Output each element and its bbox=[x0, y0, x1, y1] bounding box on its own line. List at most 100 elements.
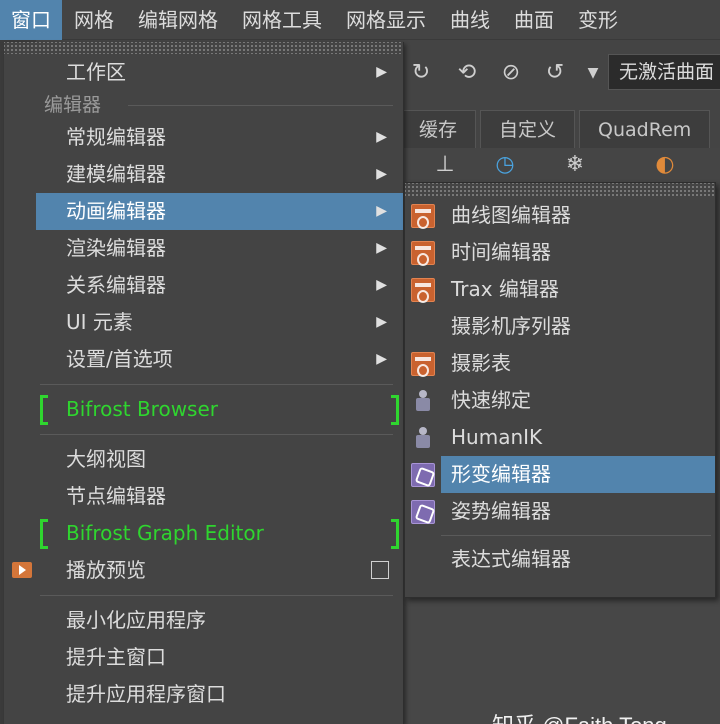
submenu-arrow-icon: ▶ bbox=[376, 166, 387, 182]
playblast-icon bbox=[12, 562, 32, 578]
menu-mesh-tools[interactable]: 网格工具 bbox=[230, 0, 334, 40]
tab-custom[interactable]: 自定义 bbox=[480, 110, 576, 148]
submenu-arrow-icon: ▶ bbox=[376, 314, 387, 330]
graph-editor-icon bbox=[411, 204, 435, 229]
menu-item-label: UI 元素 bbox=[66, 310, 133, 334]
clock-icon[interactable]: ◷ bbox=[490, 150, 520, 180]
tab-quadremesher[interactable]: QuadRem bbox=[579, 110, 711, 148]
option-box-icon[interactable] bbox=[371, 561, 389, 579]
menu-deform[interactable]: 变形 bbox=[566, 0, 630, 40]
menu-item-modeling-editors[interactable]: 建模编辑器 ▶ bbox=[4, 156, 403, 193]
dope-sheet-icon bbox=[411, 352, 435, 377]
submenu-item-graph-editor[interactable]: 曲线图编辑器 bbox=[405, 197, 715, 234]
tearoff-handle[interactable] bbox=[4, 42, 403, 54]
submenu-item-trax-editor[interactable]: Trax 编辑器 bbox=[405, 271, 715, 308]
submenu-item-label: 摄影机序列器 bbox=[451, 314, 571, 338]
menu-item-ui-elements[interactable]: UI 元素 ▶ bbox=[4, 304, 403, 341]
submenu-item-label: 时间编辑器 bbox=[451, 240, 551, 264]
submenu-arrow-icon: ▶ bbox=[376, 203, 387, 219]
live-surface-dropdown[interactable]: 无激活曲面 bbox=[608, 54, 720, 90]
menu-item-label: 大纲视图 bbox=[66, 447, 146, 471]
submenu-item-label: 表达式编辑器 bbox=[451, 547, 571, 571]
menu-item-label: Bifrost Graph Editor bbox=[66, 521, 264, 545]
menu-item-rendering-editors[interactable]: 渲染编辑器 ▶ bbox=[4, 230, 403, 267]
menu-surfaces[interactable]: 曲面 bbox=[502, 0, 566, 40]
menu-item-raise-main-window[interactable]: 提升主窗口 bbox=[4, 639, 403, 676]
bracket-left-icon bbox=[40, 519, 48, 549]
shape-editor-icon bbox=[411, 463, 435, 487]
submenu-item-label: 快速绑定 bbox=[451, 388, 531, 412]
menu-item-relationship-editors[interactable]: 关系编辑器 ▶ bbox=[4, 267, 403, 304]
humanik-icon bbox=[411, 426, 435, 450]
menu-item-label: Bifrost Browser bbox=[66, 397, 219, 421]
menu-divider bbox=[40, 384, 393, 385]
menu-item-label: 提升应用程序窗口 bbox=[66, 682, 226, 706]
snap-view-icon[interactable]: ↺ bbox=[540, 58, 570, 88]
submenu-divider bbox=[441, 535, 711, 536]
menu-item-general-editors[interactable]: 常规编辑器 ▶ bbox=[4, 119, 403, 156]
submenu-item-humanik[interactable]: HumanIK bbox=[405, 419, 715, 456]
submenu-arrow-icon: ▶ bbox=[376, 351, 387, 367]
menu-item-animation-editors[interactable]: 动画编辑器 ▶ bbox=[36, 193, 403, 230]
menu-mesh[interactable]: 网格 bbox=[62, 0, 126, 40]
menu-item-label: 渲染编辑器 bbox=[66, 236, 166, 260]
submenu-item-label: HumanIK bbox=[451, 425, 543, 449]
menu-item-node-editor[interactable]: 节点编辑器 bbox=[4, 478, 403, 515]
submenu-item-expression-editor[interactable]: 表达式编辑器 bbox=[405, 541, 715, 578]
chevron-down-icon[interactable]: ▼ bbox=[578, 58, 608, 88]
watermark-text: 知乎 @Faith Tong bbox=[492, 708, 667, 724]
snap-point-icon[interactable]: ⟲ bbox=[452, 58, 482, 88]
pose-editor-icon bbox=[411, 500, 435, 524]
menu-item-label: 建模编辑器 bbox=[66, 162, 166, 186]
menu-item-outliner[interactable]: 大纲视图 bbox=[4, 441, 403, 478]
menu-item-bifrost-graph-editor[interactable]: Bifrost Graph Editor bbox=[4, 515, 403, 552]
joint-icon[interactable]: ⊥ bbox=[430, 150, 460, 180]
shelf-tabs: 缓存 自定义 QuadRem bbox=[400, 110, 714, 148]
section-editors: 编辑器 bbox=[4, 91, 403, 119]
menu-window[interactable]: 窗口 bbox=[0, 0, 62, 40]
menu-item-minimize-application[interactable]: 最小化应用程序 bbox=[4, 602, 403, 639]
submenu-item-quick-rig[interactable]: 快速绑定 bbox=[405, 382, 715, 419]
snap-surface-icon[interactable]: ⊘ bbox=[496, 58, 526, 88]
menu-mesh-display[interactable]: 网格显示 bbox=[334, 0, 438, 40]
menu-item-label: 设置/首选项 bbox=[66, 347, 173, 371]
submenu-item-pose-editor[interactable]: 姿势编辑器 bbox=[405, 493, 715, 530]
bracket-right-icon bbox=[391, 395, 399, 425]
menu-item-label: 工作区 bbox=[66, 60, 126, 84]
menu-item-label: 最小化应用程序 bbox=[66, 608, 206, 632]
time-editor-icon bbox=[411, 241, 435, 266]
snowflake-icon[interactable]: ❄ bbox=[560, 150, 590, 180]
submenu-arrow-icon: ▶ bbox=[376, 240, 387, 256]
menu-edit-mesh[interactable]: 编辑网格 bbox=[126, 0, 230, 40]
menu-item-playblast[interactable]: 播放预览 bbox=[4, 552, 403, 589]
menu-divider bbox=[40, 434, 393, 435]
tab-cache[interactable]: 缓存 bbox=[400, 110, 477, 148]
bracket-right-icon bbox=[391, 519, 399, 549]
main-menubar: 窗口 网格 编辑网格 网格工具 网格显示 曲线 曲面 变形 bbox=[0, 0, 720, 40]
submenu-item-dope-sheet[interactable]: 摄影表 bbox=[405, 345, 715, 382]
submenu-item-label: 形变编辑器 bbox=[451, 462, 551, 486]
snap-curve-icon[interactable]: ↻ bbox=[406, 58, 436, 88]
submenu-item-label: Trax 编辑器 bbox=[451, 277, 559, 301]
trax-editor-icon bbox=[411, 278, 435, 303]
quick-rig-icon bbox=[411, 389, 435, 413]
menu-item-raise-application-windows[interactable]: 提升应用程序窗口 bbox=[4, 676, 403, 713]
menu-item-workspace[interactable]: 工作区 ▶ bbox=[4, 54, 403, 91]
submenu-item-label: 姿势编辑器 bbox=[451, 499, 551, 523]
menu-item-label: 提升主窗口 bbox=[66, 645, 166, 669]
submenu-item-camera-sequencer[interactable]: 摄影机序列器 bbox=[405, 308, 715, 345]
shelf-icon-row: ⊥ ◷ ❄ ◐ bbox=[400, 148, 720, 186]
submenu-item-time-editor[interactable]: 时间编辑器 bbox=[405, 234, 715, 271]
menu-divider bbox=[40, 595, 393, 596]
submenu-item-label: 摄影表 bbox=[451, 351, 511, 375]
menu-curves[interactable]: 曲线 bbox=[438, 0, 502, 40]
submenu-item-shape-editor[interactable]: 形变编辑器 bbox=[411, 456, 715, 493]
sphere-icon[interactable]: ◐ bbox=[650, 150, 680, 180]
menu-item-bifrost-browser[interactable]: Bifrost Browser bbox=[4, 391, 403, 428]
menu-item-label: 关系编辑器 bbox=[66, 273, 166, 297]
menu-item-label: 动画编辑器 bbox=[66, 199, 166, 223]
menu-item-label: 播放预览 bbox=[66, 558, 146, 582]
menu-item-settings-preferences[interactable]: 设置/首选项 ▶ bbox=[4, 341, 403, 378]
tearoff-handle[interactable] bbox=[405, 183, 715, 197]
animation-editors-submenu: 曲线图编辑器 时间编辑器 Trax 编辑器 摄影机序列器 摄影表 快速绑定 Hu… bbox=[404, 182, 716, 598]
